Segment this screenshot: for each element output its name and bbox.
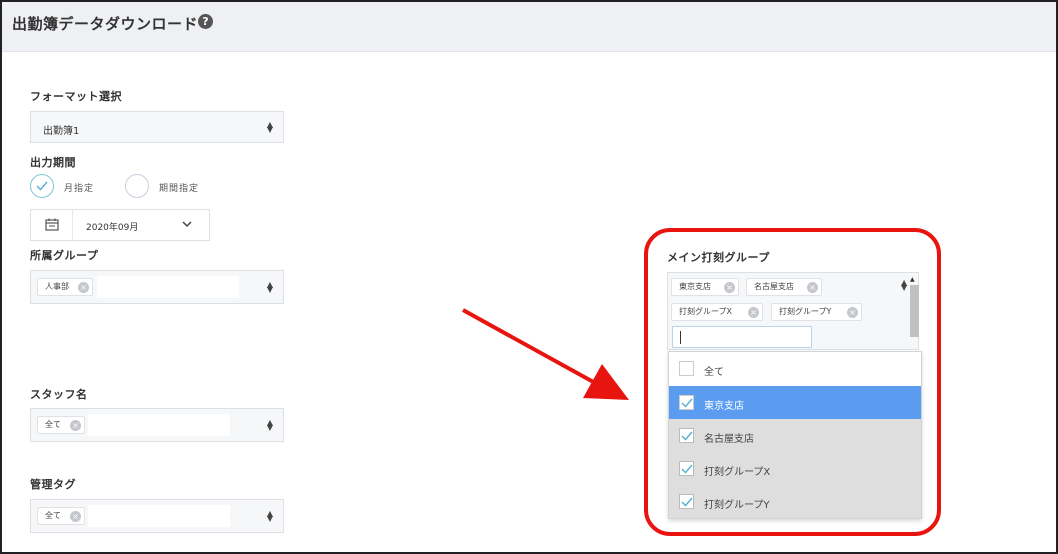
tag-label: 全て xyxy=(45,511,61,520)
select-caret-icon: ▲ ▼ xyxy=(266,418,273,432)
check-icon xyxy=(681,431,693,441)
option-group-x[interactable]: 打刻グループX xyxy=(669,452,921,485)
tag-chip: 全て × xyxy=(37,416,85,434)
check-icon xyxy=(681,464,693,474)
tag-label: 東京支店 xyxy=(679,282,711,291)
option-checkbox[interactable] xyxy=(679,494,694,509)
option-checkbox[interactable] xyxy=(679,395,694,410)
app-frame: 出勤簿データダウンロード ? フォーマット選択 出勤簿1 ▲ ▼ 出力期間 月指定… xyxy=(0,0,1058,554)
month-picker[interactable]: 2020年09月 xyxy=(30,209,210,241)
option-group-y[interactable]: 打刻グループY xyxy=(669,485,921,518)
tag-chip: 東京支店 × xyxy=(671,278,739,296)
check-icon xyxy=(681,398,693,408)
tag-label: 全て xyxy=(45,420,61,429)
main-group-search-input[interactable] xyxy=(672,326,812,348)
chevron-down-icon[interactable] xyxy=(181,219,193,229)
scroll-up-icon[interactable]: ▲ xyxy=(910,276,915,283)
tag-label: 打刻グループX xyxy=(679,307,732,316)
format-select[interactable]: 出勤簿1 ▲ ▼ xyxy=(30,111,284,143)
scrollbar-thumb[interactable] xyxy=(910,285,919,337)
period-label: 出力期間 xyxy=(30,156,76,169)
question-circle-icon[interactable]: ? xyxy=(198,14,213,29)
tag-chip: 打刻グループX × xyxy=(671,303,763,321)
option-all[interactable]: 全て xyxy=(669,352,921,385)
option-tokyo[interactable]: 東京支店 xyxy=(669,386,921,419)
staff-search[interactable] xyxy=(88,414,230,436)
text-cursor xyxy=(680,331,681,344)
close-circle-icon[interactable]: × xyxy=(807,282,818,293)
mgmt-tag-search[interactable] xyxy=(88,505,230,527)
option-checkbox[interactable] xyxy=(679,361,694,376)
close-circle-icon[interactable]: × xyxy=(847,307,858,318)
select-caret-icon: ▲ ▼ xyxy=(266,280,273,294)
close-circle-icon[interactable]: × xyxy=(70,511,81,522)
select-caret-icon: ▲ ▼ xyxy=(266,120,273,134)
month-value: 2020年09月 xyxy=(86,223,139,233)
option-label: 全て xyxy=(704,367,724,378)
check-icon xyxy=(36,181,48,191)
tag-chip: 打刻グループY × xyxy=(771,303,862,321)
calendar-button[interactable] xyxy=(31,210,73,240)
option-checkbox[interactable] xyxy=(679,461,694,476)
option-nagoya[interactable]: 名古屋支店 xyxy=(669,419,921,452)
radio-range-label: 期間指定 xyxy=(159,184,200,194)
radio-month-label: 月指定 xyxy=(64,184,95,194)
radio-range[interactable] xyxy=(125,174,149,198)
calendar-icon xyxy=(45,218,59,231)
radio-month[interactable] xyxy=(30,174,54,198)
group-label: 所属グループ xyxy=(30,249,99,262)
staff-label: スタッフ名 xyxy=(30,388,88,401)
staff-multiselect[interactable]: 全て × ▲ ▼ xyxy=(30,408,284,442)
tag-label: 打刻グループY xyxy=(779,307,832,316)
group-multiselect[interactable]: 人事部 × ▲ ▼ xyxy=(30,270,284,304)
option-label: 名古屋支店 xyxy=(704,434,754,445)
main-group-label: メイン打刻グループ xyxy=(667,251,770,264)
close-circle-icon[interactable]: × xyxy=(724,282,735,293)
format-label: フォーマット選択 xyxy=(30,90,122,103)
main-group-dropdown: 全て 東京支店 名古屋支店 打刻グループX 打刻グループY xyxy=(668,351,922,519)
close-circle-icon[interactable]: × xyxy=(748,307,759,318)
select-caret-icon: ▲ ▼ xyxy=(266,509,273,523)
close-circle-icon[interactable]: × xyxy=(70,420,81,431)
tag-label: 人事部 xyxy=(45,282,69,291)
red-arrow-annotation xyxy=(462,308,629,400)
option-label: 東京支店 xyxy=(704,401,744,412)
option-label: 打刻グループX xyxy=(704,467,771,478)
option-label: 打刻グループY xyxy=(704,500,770,511)
page-title: 出勤簿データダウンロード xyxy=(12,15,199,33)
close-circle-icon[interactable]: × xyxy=(78,282,89,293)
format-value: 出勤簿1 xyxy=(43,126,80,137)
tag-chip: 全て × xyxy=(37,507,85,525)
group-search[interactable] xyxy=(97,276,239,298)
mgmt-tag-label: 管理タグ xyxy=(30,478,76,491)
mgmt-tag-multiselect[interactable]: 全て × ▲ ▼ xyxy=(30,499,284,533)
page-header: 出勤簿データダウンロード ? xyxy=(2,2,1056,52)
tag-chip: 人事部 × xyxy=(37,278,93,296)
check-icon xyxy=(681,497,693,507)
tag-label: 名古屋支店 xyxy=(754,282,794,291)
option-checkbox[interactable] xyxy=(679,428,694,443)
tag-chip: 名古屋支店 × xyxy=(746,278,822,296)
select-caret-icon: ▲ ▼ xyxy=(901,278,908,292)
